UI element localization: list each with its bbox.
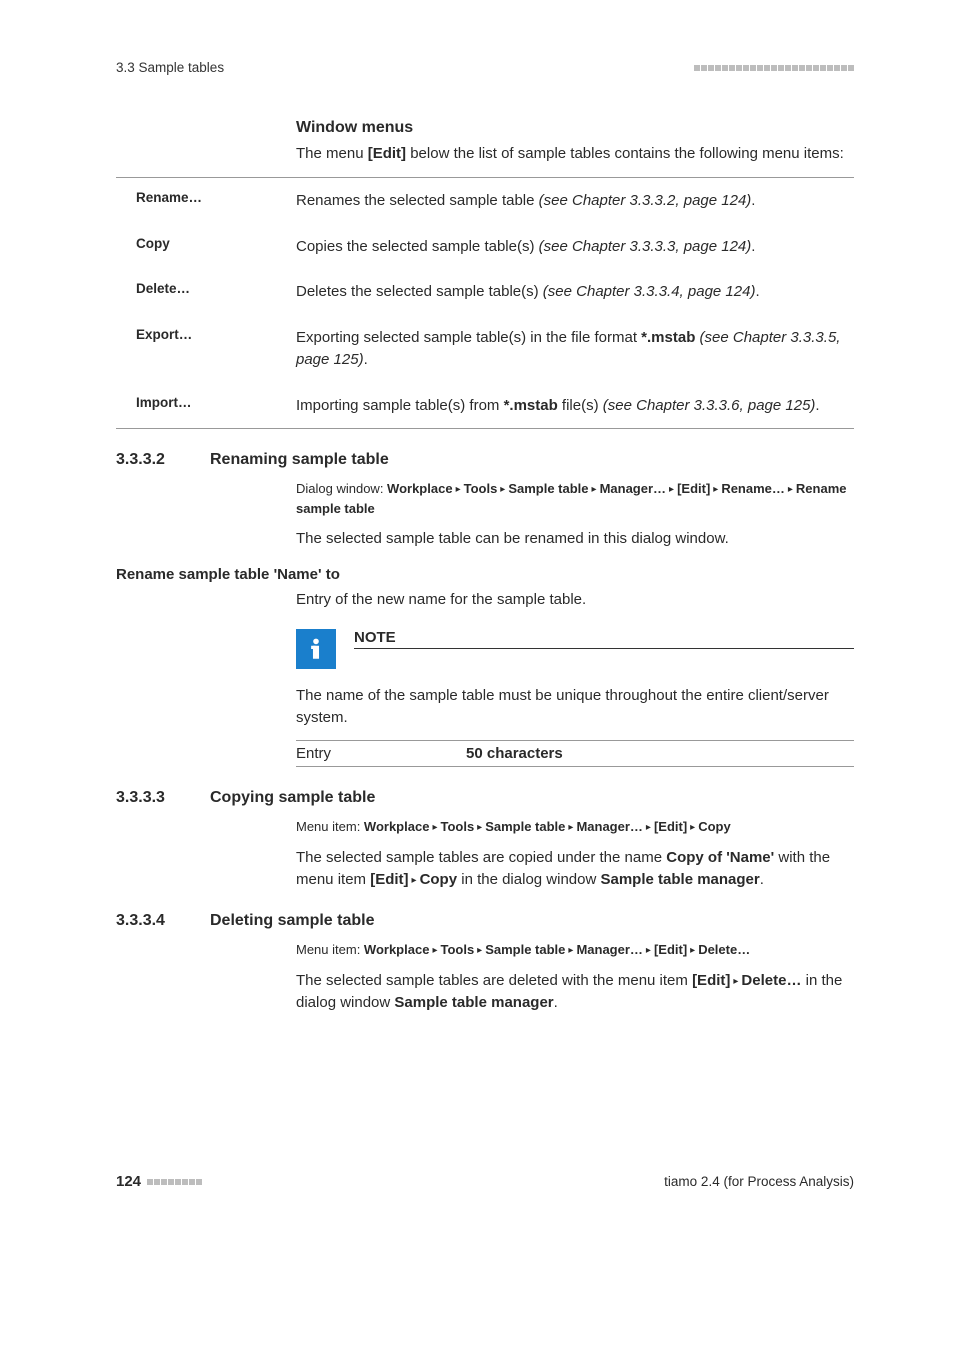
- section-heading-3334: 3.3.3.4 Deleting sample table: [116, 912, 854, 930]
- section-heading-3333: 3.3.3.3 Copying sample table: [116, 789, 854, 807]
- menu-desc: Deletes the selected sample table(s) (se…: [296, 281, 854, 303]
- edit-menu-table: Rename… Renames the selected sample tabl…: [116, 177, 854, 430]
- section-title: Renaming sample table: [210, 451, 389, 469]
- menu-path: Menu item: WorkplaceToolsSample tableMan…: [296, 940, 854, 960]
- menu-desc: Copies the selected sample table(s) (see…: [296, 236, 854, 258]
- window-menus-intro: The menu [Edit] below the list of sample…: [296, 143, 854, 165]
- menu-path: Menu item: WorkplaceToolsSample tableMan…: [296, 817, 854, 837]
- note-body: The name of the sample table must be uni…: [296, 685, 854, 729]
- menu-label-rename: Rename…: [116, 190, 296, 212]
- note-block: NOTE The name of the sample table must b…: [296, 629, 854, 729]
- entry-constraint: Entry 50 characters: [296, 740, 854, 767]
- section-number: 3.3.3.4: [116, 912, 182, 930]
- rename-subhead: Rename sample table 'Name' to: [116, 566, 854, 583]
- table-row: Rename… Renames the selected sample tabl…: [116, 178, 854, 224]
- section-number: 3.3.3.2: [116, 451, 182, 469]
- header-dashes: [694, 65, 854, 71]
- body-text: Entry of the new name for the sample tab…: [296, 589, 854, 611]
- running-header: 3.3 Sample tables: [116, 60, 854, 75]
- body-text: The selected sample tables are deleted w…: [296, 970, 854, 1014]
- entry-label: Entry: [296, 745, 466, 762]
- menu-label-copy: Copy: [116, 236, 296, 258]
- section-ref: 3.3 Sample tables: [116, 60, 224, 75]
- dialog-path: Dialog window: WorkplaceToolsSample tabl…: [296, 479, 854, 518]
- section-title: Deleting sample table: [210, 912, 375, 930]
- menu-desc: Renames the selected sample table (see C…: [296, 190, 854, 212]
- menu-label-import: Import…: [116, 395, 296, 417]
- product-label: tiamo 2.4 (for Process Analysis): [664, 1174, 854, 1189]
- menu-label-export: Export…: [116, 327, 296, 371]
- body-text: The selected sample table can be renamed…: [296, 528, 854, 550]
- entry-value: 50 characters: [466, 745, 563, 762]
- table-row: Export… Exporting selected sample table(…: [116, 315, 854, 383]
- window-menus-heading: Window menus: [296, 119, 854, 137]
- section-title: Copying sample table: [210, 789, 375, 807]
- body-text: The selected sample tables are copied un…: [296, 847, 854, 891]
- footer-dashes: [147, 1179, 202, 1185]
- section-heading-3332: 3.3.3.2 Renaming sample table: [116, 451, 854, 469]
- menu-desc: Importing sample table(s) from *.mstab f…: [296, 395, 854, 417]
- menu-desc: Exporting selected sample table(s) in th…: [296, 327, 854, 371]
- page-footer: 124 tiamo 2.4 (for Process Analysis): [116, 1173, 854, 1190]
- table-row: Copy Copies the selected sample table(s)…: [116, 224, 854, 270]
- table-row: Delete… Deletes the selected sample tabl…: [116, 269, 854, 315]
- info-icon: [296, 629, 336, 669]
- page-number: 124: [116, 1173, 141, 1190]
- menu-label-delete: Delete…: [116, 281, 296, 303]
- table-row: Import… Importing sample table(s) from *…: [116, 383, 854, 429]
- note-title: NOTE: [354, 629, 854, 649]
- section-number: 3.3.3.3: [116, 789, 182, 807]
